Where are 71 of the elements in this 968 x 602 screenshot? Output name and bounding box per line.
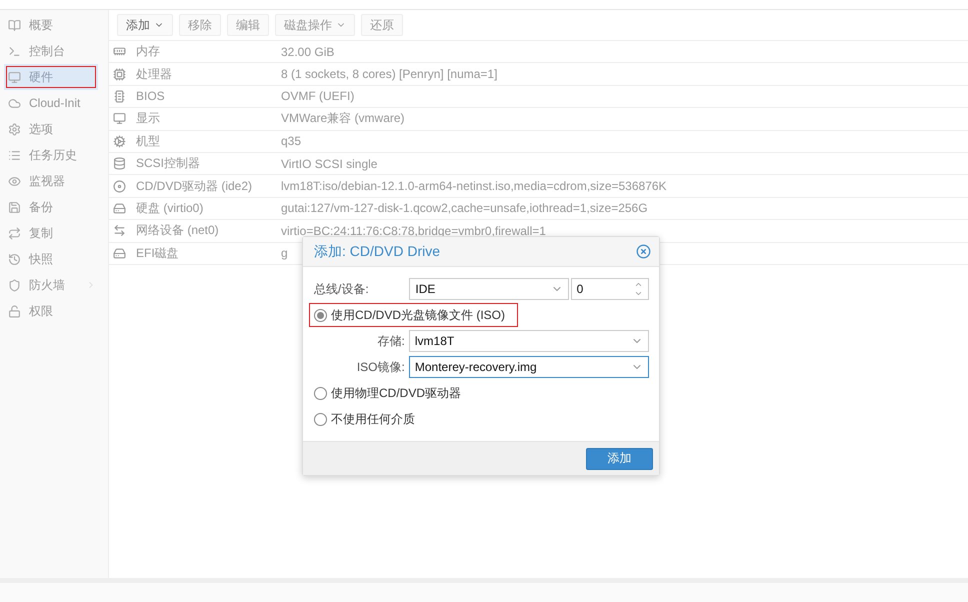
memory-icon	[113, 45, 126, 58]
sidebar-item[interactable]: 复制	[0, 220, 108, 246]
cpu-icon	[113, 68, 126, 81]
up-icon	[634, 280, 643, 289]
hardware-name: 机型	[136, 132, 160, 150]
cog-icon	[113, 134, 126, 148]
cloud-icon	[8, 96, 21, 110]
unlock-icon	[8, 304, 21, 318]
field-label: 总线/设备:	[314, 280, 370, 298]
hardware-name: 硬盘 (virtio0)	[136, 200, 204, 217]
drive-icon	[113, 202, 126, 215]
toolbar-button[interactable]: 添加	[117, 14, 173, 36]
monitor-icon	[8, 70, 21, 84]
hardware-name: 处理器	[136, 66, 172, 83]
hardware-value: OVMF (UEFI)	[281, 89, 354, 104]
hardware-row[interactable]: 机型 q35	[109, 130, 968, 153]
eye-icon	[8, 174, 21, 188]
hardware-name: BIOS	[136, 89, 165, 104]
field-label: 存储:	[376, 332, 405, 350]
add-button[interactable]: 添加	[586, 448, 653, 470]
hardware-row[interactable]: 硬盘 (virtio0) gutai:127/vm-127-disk-1.qcow2,cache=unsafe,iothread=1,size=256G	[109, 198, 968, 220]
settings-icon	[8, 122, 21, 136]
bus-select[interactable]: IDE	[409, 278, 569, 300]
sidebar-item[interactable]: 选项	[0, 116, 108, 142]
book-icon	[8, 18, 21, 32]
hardware-value: virtio=BC:24:11:76:C8:78,bridge=vmbr0,firewall=1	[281, 224, 546, 238]
hardware-name: CD/DVD驱动器 (ide2)	[136, 178, 252, 195]
sidebar-item[interactable]: 概要	[0, 12, 108, 38]
down-icon	[634, 289, 643, 298]
storage-select[interactable]: lvm18T	[408, 330, 649, 352]
sidebar-item[interactable]: 备份	[0, 194, 108, 220]
terminal-icon	[8, 44, 21, 58]
radio-option[interactable]: 使用物理CD/DVD驱动器	[314, 382, 649, 404]
arrows-icon	[113, 224, 126, 238]
field-label: ISO镜像:	[356, 358, 405, 376]
database-icon	[113, 157, 126, 170]
sidebar-item[interactable]: 硬件	[4, 64, 98, 90]
hardware-value: 32.00 GiB	[281, 44, 334, 59]
sidebar-item[interactable]: 防火墙	[0, 272, 108, 298]
chip-icon	[113, 90, 126, 103]
hardware-value: VMWare兼容 (vmware)	[281, 110, 405, 128]
sidebar-item[interactable]: 任务历史	[0, 142, 108, 168]
monitor-icon	[113, 112, 126, 126]
sidebar-item[interactable]: 快照	[0, 246, 108, 272]
hardware-name: EFI磁盘	[136, 244, 179, 262]
hardware-name: 显示	[136, 110, 160, 128]
device-spinner[interactable]: 0	[570, 278, 649, 300]
dialog-title: 添加: CD/DVD Drive	[314, 242, 440, 260]
hardware-name: SCSI控制器	[136, 155, 200, 172]
floppy-icon	[8, 200, 21, 214]
iso-select[interactable]: Monterey-recovery.img	[408, 356, 649, 378]
hardware-value: 8 (1 sockets, 8 cores) [Penryn] [numa=1]	[281, 67, 498, 82]
close-icon[interactable]	[636, 244, 651, 259]
sidebar-item[interactable]: 控制台	[0, 38, 108, 64]
radio-option[interactable]: 不使用任何介质	[314, 408, 649, 430]
hardware-name: 内存	[136, 43, 160, 60]
hardware-value: lvm18T:iso/debian-12.1.0-arm64-netinst.iso,media=cdrom,size=536876K	[281, 179, 667, 194]
sidebar-item[interactable]: Cloud-Init	[0, 90, 108, 116]
sidebar-item[interactable]: 权限	[0, 298, 108, 324]
shield-icon	[8, 278, 21, 292]
hardware-value: gutai:127/vm-127-disk-1.qcow2,cache=unsafe,iothread=1,size=256G	[281, 201, 648, 216]
history-icon	[8, 252, 21, 266]
sidebar-item[interactable]: 监视器	[0, 168, 108, 194]
hardware-name: 网络设备 (net0)	[136, 222, 219, 240]
repeat-icon	[8, 226, 21, 240]
disc-icon	[113, 180, 126, 193]
radio-option[interactable]: 使用CD/DVD光盘镜像文件 (ISO)	[310, 304, 517, 326]
hardware-value: q35	[281, 134, 302, 148]
hardware-value: g	[281, 246, 288, 260]
drive-icon	[113, 246, 126, 260]
hardware-value: VirtIO SCSI single	[281, 156, 378, 171]
